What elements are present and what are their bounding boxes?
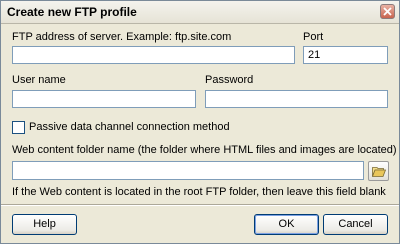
password-label: Password	[205, 74, 254, 86]
passive-label[interactable]: Passive data channel connection method	[29, 121, 230, 133]
web-folder-input[interactable]	[12, 161, 364, 180]
close-icon	[383, 7, 392, 16]
title-bar[interactable]: Create new FTP profile	[1, 1, 399, 24]
ftp-address-input[interactable]	[12, 46, 295, 64]
ok-button[interactable]: OK	[254, 214, 319, 235]
cancel-button[interactable]: Cancel	[323, 214, 388, 235]
port-input[interactable]: 21	[303, 46, 388, 64]
button-separator	[1, 204, 399, 206]
port-label: Port	[303, 31, 324, 43]
password-input[interactable]	[205, 90, 388, 108]
passive-checkbox[interactable]	[12, 121, 25, 134]
username-input[interactable]	[12, 90, 196, 108]
close-button[interactable]	[380, 4, 395, 19]
create-ftp-profile-dialog: Create new FTP profile FTP address of se…	[0, 0, 400, 244]
web-folder-label: Web content folder name (the folder wher…	[12, 144, 397, 156]
username-label: User name	[12, 74, 66, 86]
web-folder-hint: If the Web content is located in the roo…	[12, 186, 386, 198]
ftp-address-label: FTP address of server. Example: ftp.site…	[12, 31, 232, 43]
folder-open-icon	[372, 167, 386, 177]
help-button[interactable]: Help	[12, 214, 77, 235]
dialog-title: Create new FTP profile	[7, 5, 137, 19]
browse-folder-button[interactable]	[368, 161, 389, 181]
